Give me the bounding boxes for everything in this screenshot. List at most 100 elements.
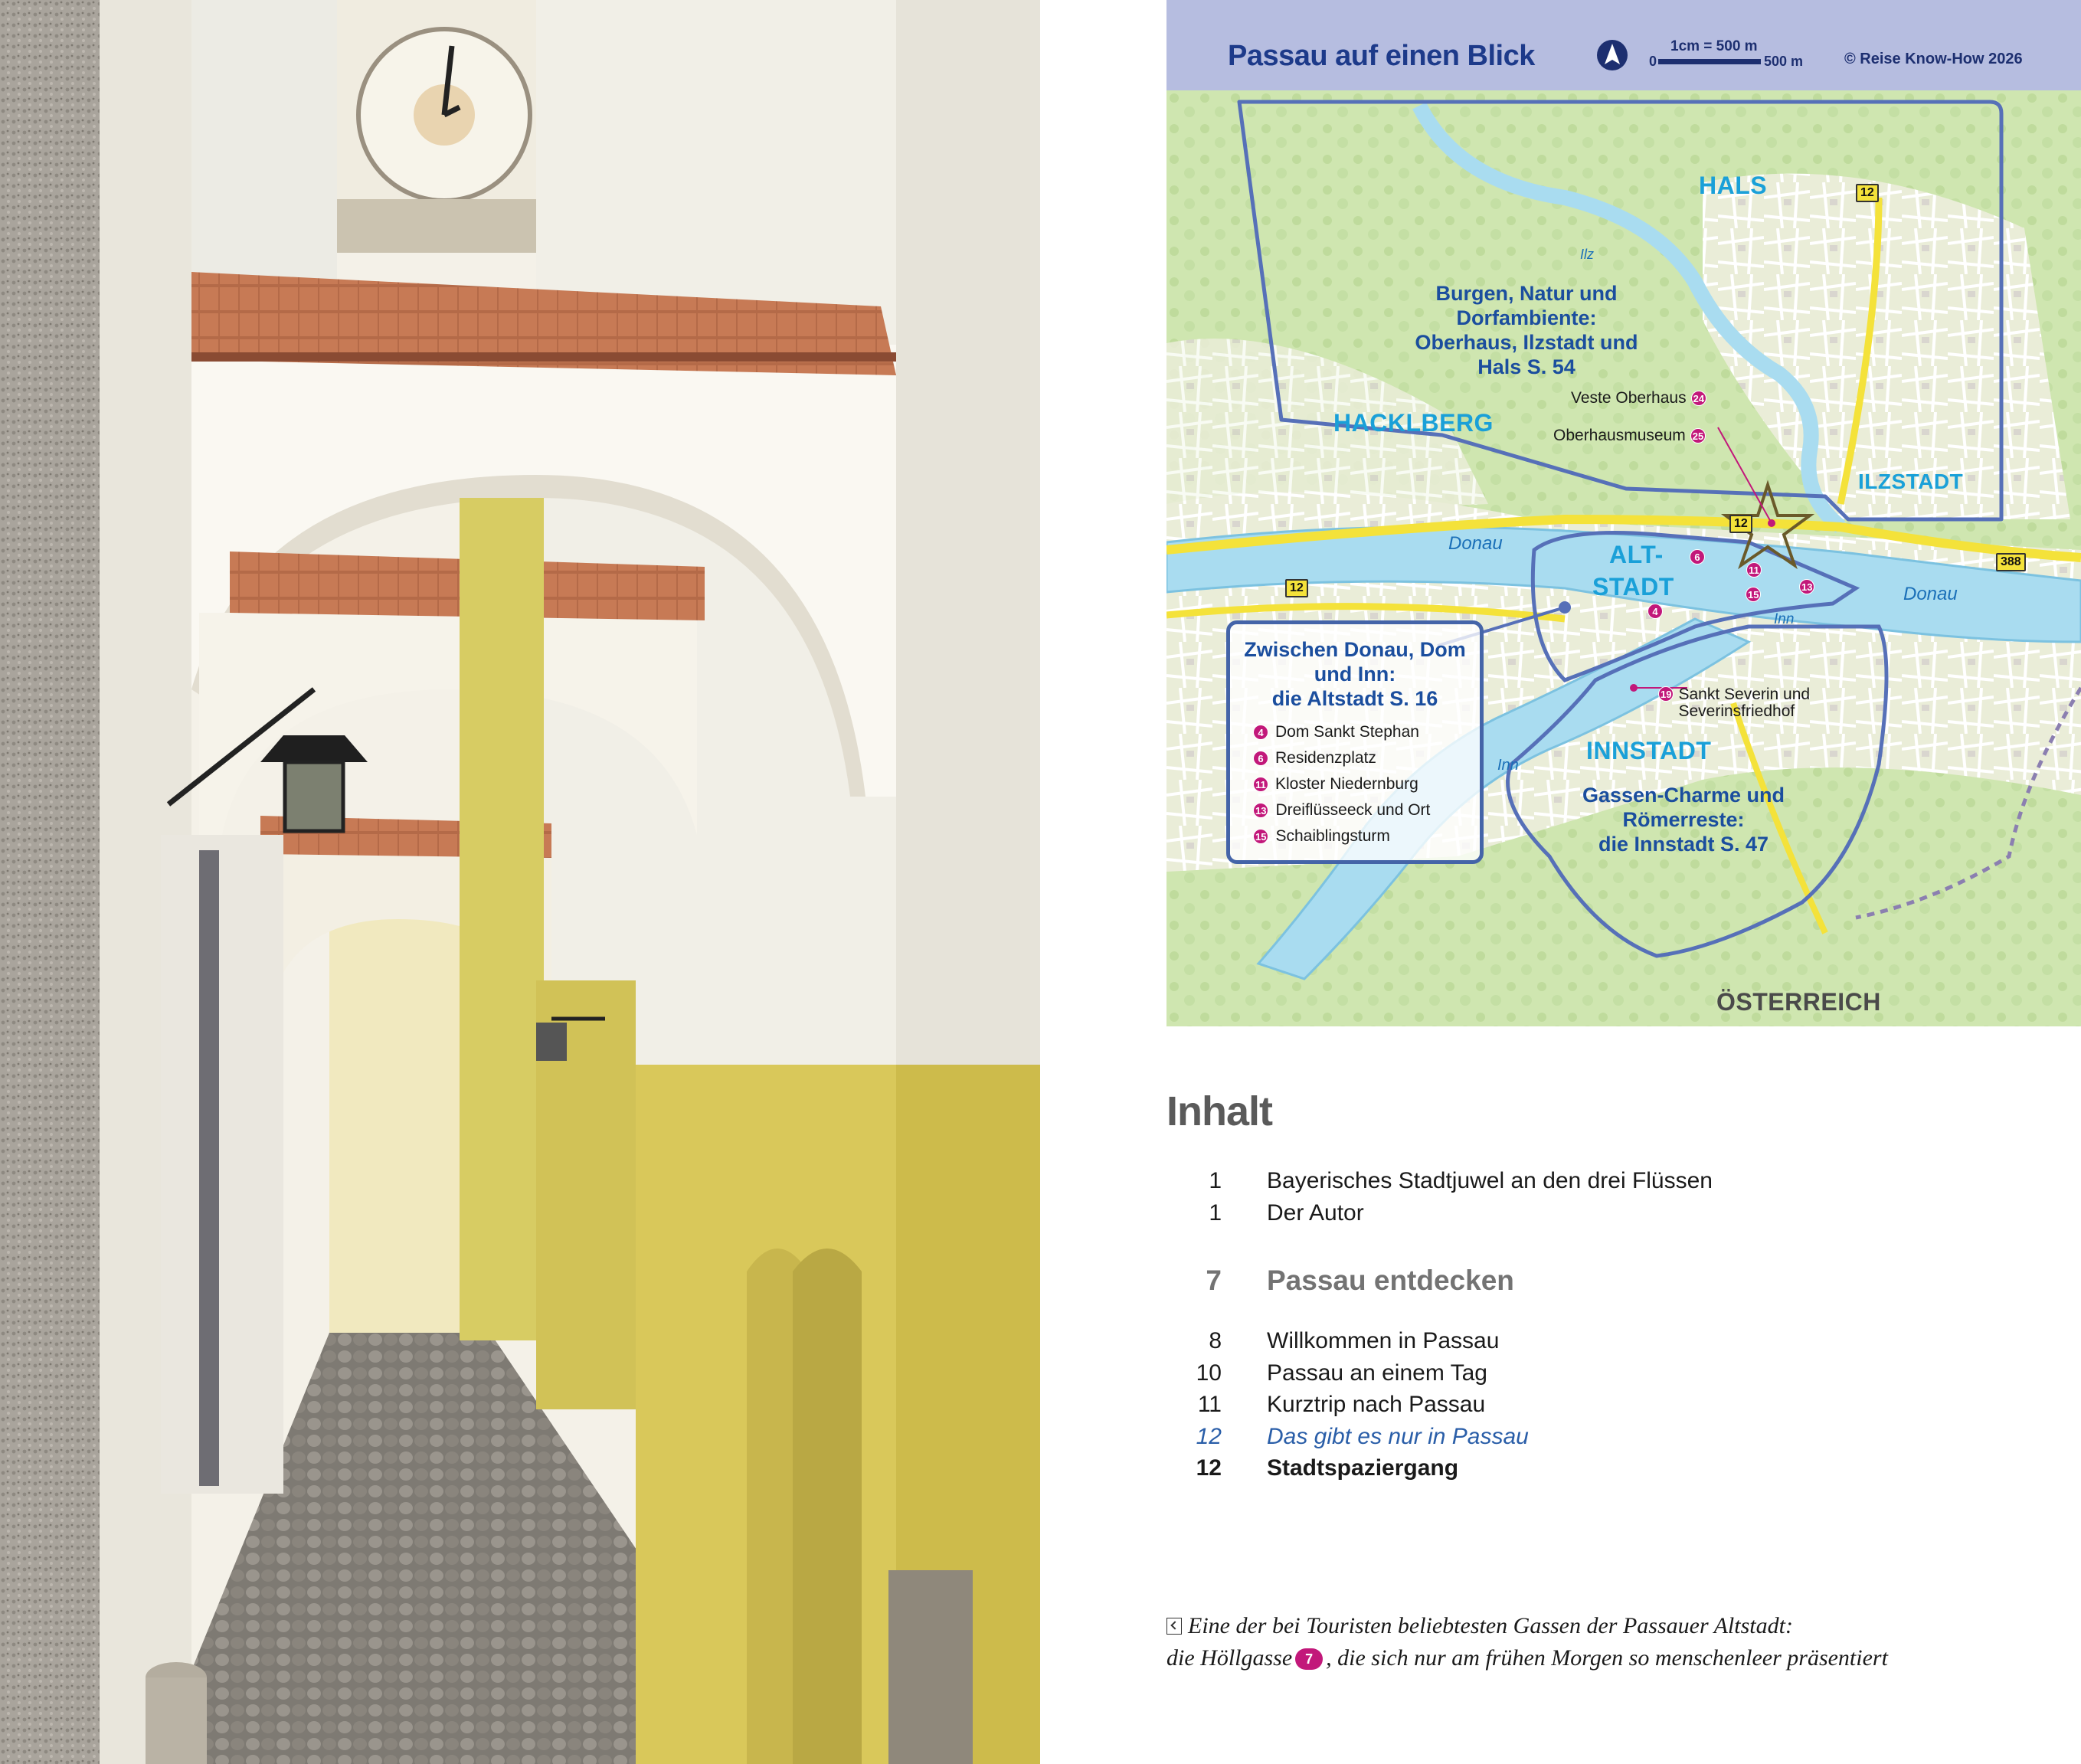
altstadt-legend: Zwischen Donau, Dom und Inn: die Altstad… [1226, 620, 1484, 864]
area-north-line1: Burgen, Natur und [1435, 282, 1618, 305]
scale-start: 0 [1649, 54, 1657, 69]
road-shield-12-west: 12 [1285, 579, 1308, 597]
legend-title-line1: Zwischen Donau, Dom [1244, 638, 1466, 661]
toc-page-number: 8 [1209, 1328, 1222, 1353]
caption-place: die Höllgasse [1166, 1645, 1293, 1671]
toc-page-number: 12 [1196, 1424, 1222, 1449]
sight-name: Sankt Severin und Severinsfriedhof [1678, 686, 1810, 720]
legend-number-badge: 6 [1253, 751, 1268, 766]
river-donau-west: Donau [1448, 533, 1503, 554]
marker-11: 11 [1746, 562, 1762, 578]
marker-6: 6 [1690, 549, 1705, 565]
legend-title-line2: und Inn: [1314, 662, 1396, 686]
legend-number-badge: 15 [1253, 829, 1269, 844]
road-shield-12-center: 12 [1729, 515, 1752, 533]
legend-title-line3: die Altstadt S. 16 [1271, 686, 1438, 710]
district-innstadt: INNSTADT [1586, 737, 1712, 764]
arrow-left-icon [1166, 1618, 1182, 1635]
toc-page-number: 11 [1197, 1392, 1222, 1417]
toc-title: Der Autor [1267, 1200, 1364, 1226]
toc-entry-special[interactable]: 12 Das gibt es nur in Passau [1166, 1424, 2047, 1456]
toc-title: Bayerisches Stadtjuwel an den drei Flüss… [1267, 1168, 1713, 1193]
district-hacklberg: HACKLBERG [1333, 409, 1494, 437]
alley-photo [0, 0, 1040, 1764]
legend-title: Zwischen Donau, Dom und Inn: die Altstad… [1230, 638, 1480, 712]
city-map: Passau auf einen Blick 1cm = 500 m 0 500… [1166, 0, 2081, 1026]
district-hals: HALS [1699, 172, 1768, 199]
toc-entry[interactable]: 10 Passau an einem Tag [1166, 1360, 2047, 1393]
river-inn-center: Inn [1774, 611, 1795, 627]
scale-bar [1658, 59, 1761, 64]
toc-entry-bold[interactable]: 12 Stadtspaziergang [1166, 1455, 2047, 1487]
legend-item-name: Dreiflüsseeck und Ort [1275, 801, 1431, 819]
caption-line1: Eine der bei Touristen beliebtesten Gass… [1188, 1613, 1793, 1638]
caption-number-badge: 7 [1295, 1648, 1324, 1670]
area-north-description: Burgen, Natur und Dorfambiente: Oberhaus… [1366, 282, 1687, 379]
toc-title: Stadtspaziergang [1267, 1455, 1459, 1481]
north-arrow-icon [1597, 40, 1628, 70]
sight-number-badge: 24 [1690, 391, 1707, 406]
area-innstadt-line3: die Innstadt S. 47 [1598, 832, 1769, 856]
district-altstadt-line1: ALT- [1609, 541, 1664, 568]
toc-entry[interactable]: 1 Der Autor [1166, 1200, 2047, 1232]
legend-item: 6 Residenzplatz [1253, 745, 1430, 771]
sight-sankt-severin: 19 Sankt Severin und Severinsfriedhof [1658, 686, 1810, 720]
photo-caption: Eine der bei Touristen beliebtesten Gass… [1166, 1610, 2063, 1674]
road-shield-388: 388 [1996, 553, 2026, 571]
district-ilzstadt: ILZSTADT [1858, 470, 1964, 493]
river-donau-east: Donau [1903, 584, 1958, 604]
map-header: Passau auf einen Blick 1cm = 500 m 0 500… [1166, 0, 2081, 90]
marker-4: 4 [1647, 604, 1663, 619]
scale-end: 500 m [1764, 54, 1804, 69]
river-ilz: Ilz [1580, 247, 1594, 262]
legend-item-name: Kloster Niedernburg [1275, 775, 1418, 793]
toc-page-number: 1 [1209, 1168, 1222, 1193]
legend-number-badge: 11 [1253, 777, 1268, 792]
toc-title: Kurztrip nach Passau [1267, 1392, 1486, 1417]
toc-page-number: 7 [1206, 1265, 1222, 1296]
map-copyright: © Reise Know-How 2026 [1844, 51, 2023, 67]
toc-title: Das gibt es nur in Passau [1267, 1424, 1529, 1449]
legend-number-badge: 4 [1253, 725, 1268, 740]
toc-title: Willkommen in Passau [1267, 1328, 1500, 1353]
sight-oberhausmuseum: Oberhausmuseum 25 [1553, 427, 1706, 445]
country-oesterreich: ÖSTERREICH [1716, 988, 1881, 1016]
area-north-line2: Dorfambiente: [1456, 306, 1597, 329]
map-title: Passau auf einen Blick [1228, 40, 1535, 72]
legend-item-name: Schaiblingsturm [1275, 827, 1390, 845]
toc-page-number: 12 [1196, 1455, 1222, 1481]
area-innstadt-description: Gassen-Charme und Römerreste: die Innsta… [1549, 784, 1818, 857]
legend-item: 4 Dom Sankt Stephan [1253, 719, 1430, 745]
sight-number-badge: 25 [1690, 428, 1706, 443]
sight-name-line1: Sankt Severin und [1678, 686, 1811, 703]
caption-line2: , die sich nur am frühen Morgen so mensc… [1326, 1645, 1888, 1671]
toc-title: Passau an einem Tag [1267, 1360, 1487, 1386]
toc-page-number: 1 [1209, 1200, 1222, 1226]
toc-heading: Inhalt [1166, 1088, 1273, 1134]
toc-entry[interactable]: 11 Kurztrip nach Passau [1166, 1392, 2047, 1424]
legend-number-badge: 13 [1253, 803, 1269, 818]
toc-title: Passau entdecken [1267, 1265, 1514, 1296]
sight-name: Oberhausmuseum [1553, 427, 1686, 444]
sight-number-badge: 19 [1658, 686, 1674, 702]
sight-name-line2: Severinsfriedhof [1678, 702, 1795, 720]
road-shield-12-north: 12 [1856, 184, 1879, 202]
area-north-line4: Hals S. 54 [1477, 355, 1575, 378]
scale-label: 1cm = 500 m [1670, 38, 1758, 54]
legend-item: 15 Schaiblingsturm [1253, 823, 1430, 849]
toc-page-number: 10 [1196, 1360, 1222, 1386]
toc-section[interactable]: 7 Passau entdecken [1166, 1265, 2047, 1297]
toc-entry[interactable]: 1 Bayerisches Stadtjuwel an den drei Flü… [1166, 1168, 2047, 1200]
district-altstadt-line2: STADT [1592, 573, 1674, 601]
sight-veste-oberhaus: Veste Oberhaus 24 [1571, 389, 1707, 407]
toc-entry[interactable]: 8 Willkommen in Passau [1166, 1328, 2047, 1360]
legend-list: 4 Dom Sankt Stephan 6 Residenzplatz 11 Klos… [1253, 719, 1430, 849]
area-innstadt-line1: Gassen-Charme und [1582, 784, 1785, 807]
legend-item-name: Residenzplatz [1275, 749, 1376, 767]
legend-item: 13 Dreiflüsseeck und Ort [1253, 797, 1430, 823]
legend-item: 11 Kloster Niedernburg [1253, 771, 1430, 797]
area-innstadt-line2: Römerreste: [1622, 807, 1745, 831]
area-north-line3: Oberhaus, Ilzstadt und [1415, 330, 1638, 354]
river-inn-south: Inn [1497, 757, 1519, 774]
sight-name: Veste Oberhaus [1571, 389, 1687, 407]
